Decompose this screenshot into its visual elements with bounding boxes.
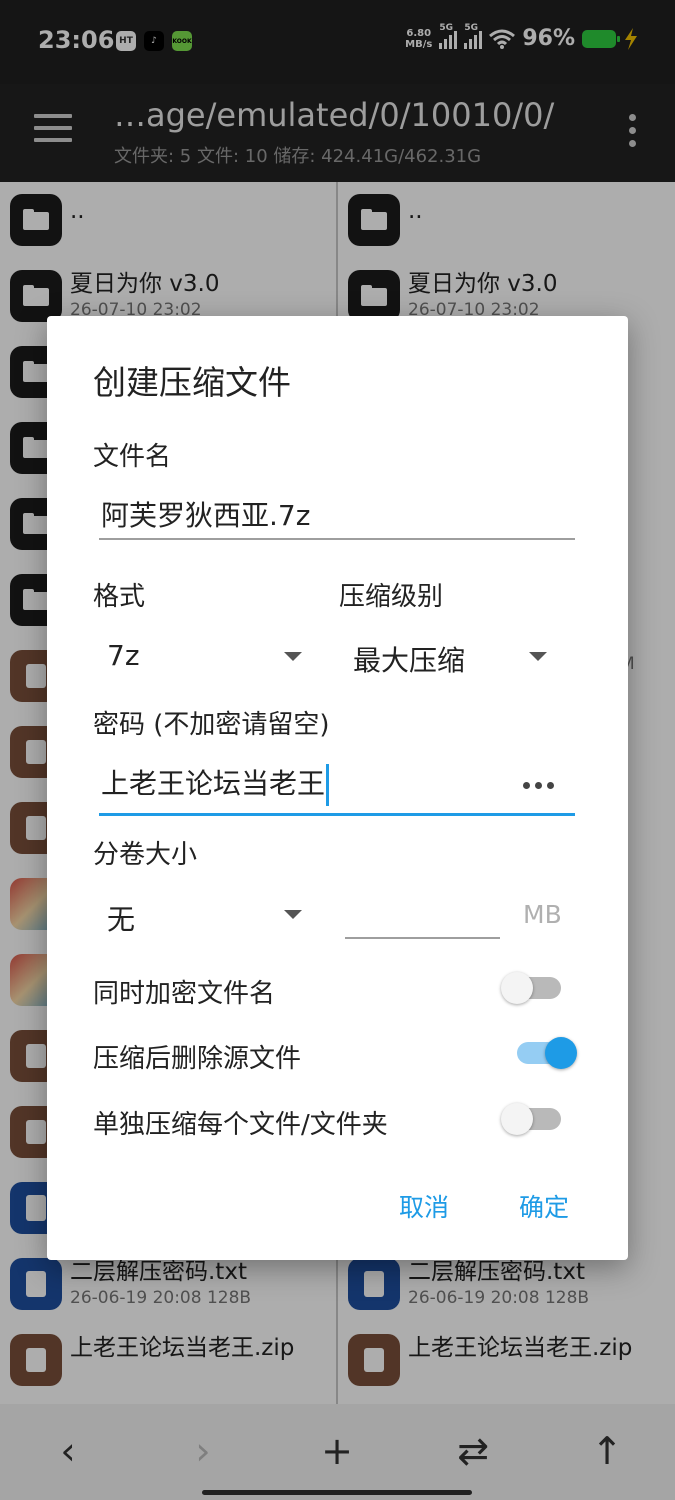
text-cursor [326,764,330,806]
compression-level-label: 压缩级别 [339,582,444,612]
password-underline [99,813,575,816]
split-size-underline [345,937,500,939]
compression-level-value[interactable]: 最大压缩 [353,639,465,679]
chevron-down-icon[interactable] [284,910,302,919]
filename-label: 文件名 [93,442,172,472]
split-size-value[interactable]: 无 [107,898,135,938]
gesture-bar[interactable] [202,1490,472,1495]
format-label: 格式 [93,582,146,612]
password-value[interactable]: 上老王论坛当老王 [101,767,325,800]
confirm-button[interactable]: 确定 [519,1188,569,1224]
encrypt-filenames-toggle[interactable] [501,972,563,1004]
delete-source-label: 压缩后删除源文件 [93,1044,302,1074]
filename-underline [99,538,575,540]
format-select-value[interactable]: 7z [107,639,140,672]
split-size-input[interactable] [349,898,489,934]
split-size-label: 分卷大小 [93,840,198,870]
separate-archives-toggle[interactable] [501,1103,563,1135]
cancel-button[interactable]: 取消 [399,1188,449,1224]
password-input[interactable]: 上老王论坛当老王 [101,762,330,806]
chevron-down-icon[interactable] [529,652,547,661]
chevron-down-icon[interactable] [284,652,302,661]
encrypt-filenames-label: 同时加密文件名 [93,979,276,1009]
split-size-unit: MB [523,900,562,929]
dialog-title: 创建压缩文件 [93,363,291,402]
filename-input[interactable]: 阿芙罗狄西亚.7z [101,494,310,534]
create-archive-dialog: 创建压缩文件 文件名 阿芙罗狄西亚.7z 格式 压缩级别 7z 最大压缩 密码 … [47,316,628,1260]
password-label: 密码 (不加密请留空) [93,710,330,740]
show-password-icon[interactable] [523,782,554,789]
delete-source-toggle[interactable] [513,1037,577,1069]
separate-archives-label: 单独压缩每个文件/文件夹 [93,1110,388,1140]
